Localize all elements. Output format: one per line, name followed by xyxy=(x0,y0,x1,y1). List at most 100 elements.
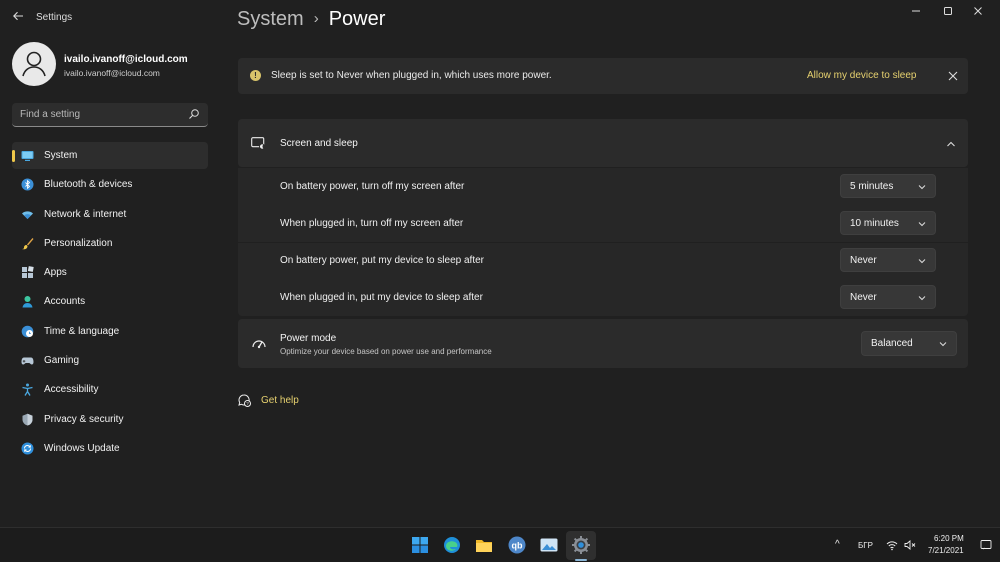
back-button[interactable] xyxy=(10,10,26,26)
sidebar-nav: System Bluetooth & devices Network & int… xyxy=(12,142,208,464)
shield-icon xyxy=(22,413,33,426)
clock-date[interactable]: 7/21/2021 xyxy=(928,546,964,555)
battery-screen-off-dropdown[interactable]: 5 minutes xyxy=(840,174,936,198)
language-indicator[interactable]: БГР xyxy=(858,541,873,550)
profile-name: ivailo.ivanoff@icloud.com xyxy=(64,54,188,65)
sidebar-item-network[interactable]: Network & internet xyxy=(12,201,208,228)
allow-sleep-link[interactable]: Allow my device to sleep xyxy=(807,70,917,81)
start-icon[interactable] xyxy=(410,535,430,555)
sidebar-item-windows-update[interactable]: Windows Update xyxy=(12,435,208,462)
person-icon xyxy=(22,51,46,77)
setting-row: On battery power, turn off my screen aft… xyxy=(238,168,968,205)
sidebar-item-bluetooth[interactable]: Bluetooth & devices xyxy=(12,171,208,198)
active-app-indicator xyxy=(575,559,587,561)
chevron-down-icon xyxy=(939,342,947,347)
minimize-icon xyxy=(912,10,920,12)
sidebar-item-time-language[interactable]: Time & language xyxy=(12,318,208,345)
notification-icon[interactable] xyxy=(980,539,992,551)
setting-row: On battery power, put my device to sleep… xyxy=(238,242,968,279)
breadcrumb: System › Power xyxy=(237,8,385,31)
screen-sleep-header[interactable]: Screen and sleep xyxy=(238,119,968,167)
help-icon: ? xyxy=(238,394,251,407)
close-button[interactable] xyxy=(968,6,988,20)
sidebar-item-label: Personalization xyxy=(44,237,113,249)
gamepad-icon xyxy=(21,357,34,365)
setting-label: On battery power, put my device to sleep… xyxy=(280,255,484,266)
accessibility-icon xyxy=(22,383,33,397)
power-mode-dropdown[interactable]: Balanced xyxy=(861,331,957,356)
sidebar-item-label: Windows Update xyxy=(44,442,120,454)
title-bar: Settings xyxy=(0,0,1000,36)
wifi-icon[interactable] xyxy=(886,539,898,551)
search-input[interactable]: Find a setting xyxy=(12,103,208,127)
volume-muted-icon[interactable] xyxy=(904,539,916,551)
sidebar-item-personalization[interactable]: Personalization xyxy=(12,230,208,257)
sidebar-item-label: Apps xyxy=(44,267,67,279)
wifi-icon xyxy=(22,210,33,219)
qbittorrent-icon[interactable]: qb xyxy=(507,535,527,555)
setting-row: When plugged in, put my device to sleep … xyxy=(238,279,968,316)
power-mode-title: Power mode xyxy=(280,333,337,344)
dropdown-value: 5 minutes xyxy=(850,181,894,192)
avatar xyxy=(12,42,56,86)
bluetooth-icon xyxy=(21,178,34,191)
clock-time[interactable]: 6:20 PM xyxy=(934,534,964,543)
edge-icon[interactable] xyxy=(442,535,462,555)
sidebar-item-label: Network & internet xyxy=(44,208,127,220)
apps-icon xyxy=(22,266,34,279)
info-icon: ! xyxy=(250,70,261,81)
chevron-up-icon[interactable] xyxy=(946,139,956,149)
battery-sleep-dropdown[interactable]: Never xyxy=(840,248,936,272)
get-help-link[interactable]: Get help xyxy=(261,395,299,406)
screen-sleep-icon xyxy=(251,137,265,150)
chevron-down-icon xyxy=(918,185,926,190)
chevron-down-icon xyxy=(918,296,926,301)
sidebar-item-gaming[interactable]: Gaming xyxy=(12,347,208,374)
sidebar-item-label: Gaming xyxy=(44,355,80,367)
maximize-icon xyxy=(944,7,952,15)
sleep-warning-banner: ! Sleep is set to Never when plugged in,… xyxy=(238,58,968,94)
setting-label: When plugged in, turn off my screen afte… xyxy=(280,218,464,229)
plugged-screen-off-dropdown[interactable]: 10 minutes xyxy=(840,211,936,235)
setting-label: On battery power, turn off my screen aft… xyxy=(280,181,465,192)
plugged-sleep-dropdown[interactable]: Never xyxy=(840,285,936,309)
file-explorer-icon[interactable] xyxy=(474,535,494,555)
sidebar-item-label: Bluetooth & devices xyxy=(44,179,133,191)
maximize-button[interactable] xyxy=(938,6,958,20)
sidebar-item-label: Accounts xyxy=(44,296,86,308)
section-title: Screen and sleep xyxy=(280,138,358,149)
brush-icon xyxy=(22,237,34,250)
sidebar-item-label: Privacy & security xyxy=(44,413,124,425)
taskbar: qb ^ БГР 6:20 PM 7/21/2021 xyxy=(0,527,1000,562)
person-icon xyxy=(22,296,33,308)
setting-label: When plugged in, put my device to sleep … xyxy=(280,292,483,303)
sidebar-item-accounts[interactable]: Accounts xyxy=(12,288,208,315)
chevron-down-icon xyxy=(918,222,926,227)
monitor-icon xyxy=(21,151,34,161)
dropdown-value: Never xyxy=(850,255,877,266)
sidebar-item-apps[interactable]: Apps xyxy=(12,259,208,286)
settings-icon[interactable] xyxy=(571,535,591,555)
minimize-button[interactable] xyxy=(906,6,926,20)
update-icon xyxy=(21,442,34,455)
search-placeholder: Find a setting xyxy=(20,109,81,120)
close-icon[interactable] xyxy=(948,71,958,81)
app-title: Settings xyxy=(36,12,73,23)
dropdown-value: 10 minutes xyxy=(850,218,899,229)
user-profile[interactable]: ivailo.ivanoff@icloud.com ivailo.ivanoff… xyxy=(12,42,232,86)
screen-sleep-settings: On battery power, turn off my screen aft… xyxy=(238,168,968,316)
sidebar-item-system[interactable]: System xyxy=(12,142,208,169)
sidebar-item-privacy-security[interactable]: Privacy & security xyxy=(12,406,208,433)
power-mode-icon xyxy=(252,340,266,349)
photos-icon[interactable] xyxy=(539,535,559,555)
close-icon xyxy=(974,7,982,15)
power-mode-description: Optimize your device based on power use … xyxy=(280,347,492,356)
banner-message: Sleep is set to Never when plugged in, w… xyxy=(271,70,552,81)
sidebar-item-accessibility[interactable]: Accessibility xyxy=(12,376,208,403)
breadcrumb-parent[interactable]: System xyxy=(237,8,304,30)
setting-row: When plugged in, turn off my screen afte… xyxy=(238,205,968,242)
power-mode-card: Power mode Optimize your device based on… xyxy=(238,319,968,368)
chevron-down-icon xyxy=(918,259,926,264)
tray-overflow-chevron[interactable]: ^ xyxy=(835,539,840,550)
search-icon xyxy=(189,109,199,119)
